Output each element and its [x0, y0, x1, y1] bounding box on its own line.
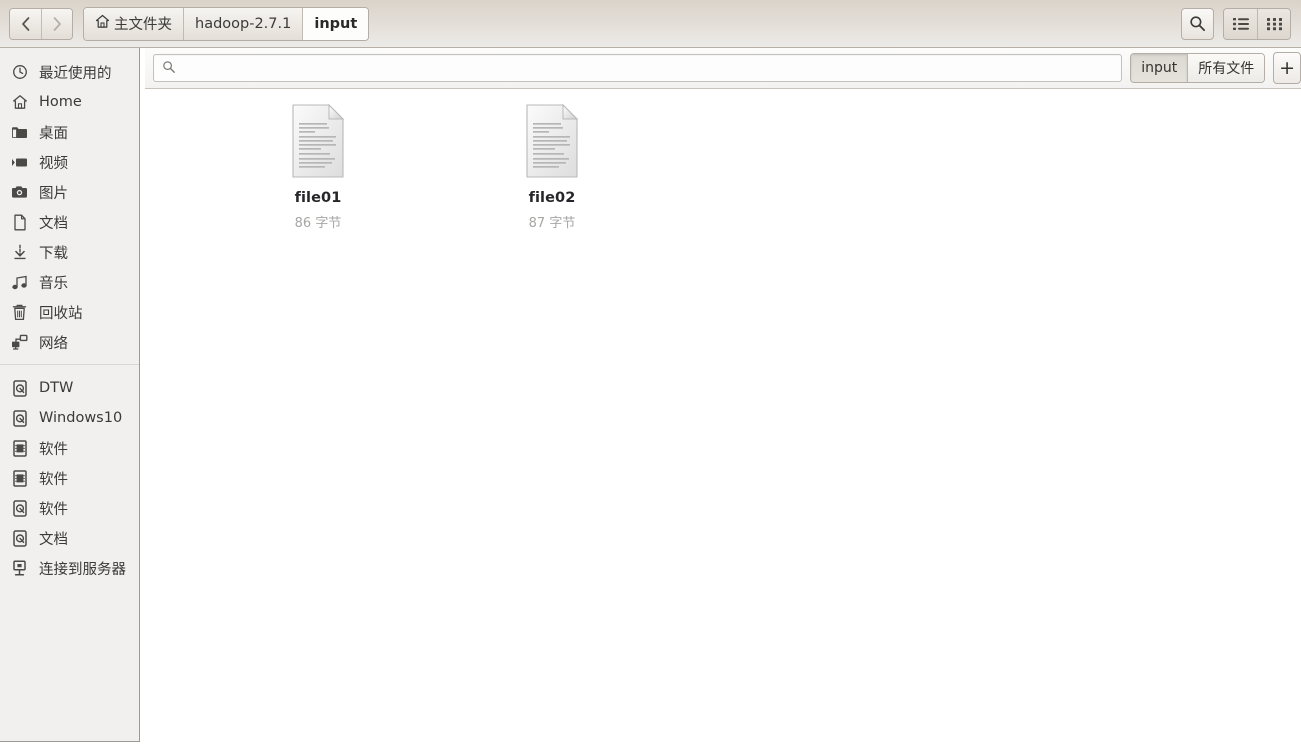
- server-connect-icon: [11, 560, 28, 577]
- sidebar-item-dtw[interactable]: DTW: [0, 373, 139, 403]
- download-icon: [11, 244, 28, 261]
- list-view-button[interactable]: [1224, 8, 1257, 39]
- sidebar-item-label: Home: [39, 94, 82, 110]
- drive-removable-icon: [11, 439, 28, 457]
- harddisk-icon: [11, 499, 28, 517]
- search-input[interactable]: [183, 60, 1114, 76]
- sidebar-item-desktop[interactable]: 桌面: [0, 117, 139, 147]
- grid-view-icon: [1266, 17, 1282, 30]
- list-view-icon: [1232, 17, 1249, 30]
- file-name: file01: [294, 190, 342, 206]
- sidebar-item-label: DTW: [39, 380, 74, 396]
- grid-view-button[interactable]: [1257, 8, 1290, 39]
- file-name: file02: [528, 190, 576, 206]
- sidebar-item-label: Windows10: [39, 410, 123, 426]
- breadcrumb-label: 主文件夹: [114, 17, 172, 33]
- sidebar-item-music[interactable]: 音乐: [0, 267, 139, 297]
- chevron-right-icon: [53, 16, 61, 31]
- sidebar-item-label: 软件: [39, 501, 68, 518]
- search-toggle-button[interactable]: [1181, 7, 1214, 40]
- back-button[interactable]: [10, 8, 41, 39]
- sidebar-item-recent[interactable]: 最近使用的: [0, 57, 139, 87]
- sidebar-item-software-2[interactable]: 软件: [0, 463, 139, 493]
- sidebar-item-network[interactable]: 网络: [0, 327, 139, 357]
- sidebar-item-software-1[interactable]: 软件: [0, 433, 139, 463]
- document-icon: [11, 214, 28, 231]
- home-icon: [11, 94, 28, 111]
- sidebar-item-label: 桌面: [39, 125, 68, 142]
- harddisk-icon: [11, 529, 28, 547]
- text-document-icon: [289, 103, 347, 179]
- sidebar-item-label: 图片: [39, 185, 68, 202]
- header-bar: 主文件夹 hadoop-2.7.1 input: [0, 0, 1301, 48]
- navigation-button-group: [9, 7, 73, 40]
- sidebar-item-label: 音乐: [39, 275, 68, 292]
- sidebar-item-label: 下载: [39, 245, 68, 262]
- harddisk-icon: [11, 379, 28, 397]
- breadcrumb-label: hadoop-2.7.1: [195, 15, 292, 32]
- music-icon: [11, 274, 28, 291]
- sidebar-item-label: 最近使用的: [39, 65, 112, 82]
- breadcrumb-item-hadoop[interactable]: hadoop-2.7.1: [183, 7, 303, 40]
- file-item[interactable]: file02 87 字节: [489, 103, 615, 231]
- sidebar-item-home[interactable]: Home: [0, 87, 139, 117]
- tab-input[interactable]: input: [1131, 54, 1188, 82]
- video-icon: [11, 154, 28, 171]
- view-mode-group: [1223, 7, 1291, 40]
- sidebar-item-label: 文档: [39, 531, 68, 548]
- breadcrumb-label: input: [314, 15, 358, 32]
- file-manager-window: 主文件夹 hadoop-2.7.1 input input 所有文件 + 最近使…: [0, 0, 1301, 744]
- breadcrumb-item-home[interactable]: 主文件夹: [84, 7, 183, 40]
- file-size: 87 字节: [528, 216, 576, 231]
- sidebar-item-connect-to-server[interactable]: 连接到服务器: [0, 553, 139, 583]
- sidebar-item-downloads[interactable]: 下载: [0, 237, 139, 267]
- file-size: 86 字节: [294, 216, 342, 231]
- tab-label: input: [1141, 60, 1178, 76]
- plus-icon: +: [1279, 56, 1295, 79]
- trash-icon: [11, 304, 28, 321]
- clock-icon: [11, 64, 28, 81]
- search-icon: [1190, 16, 1206, 32]
- sidebar-item-trash[interactable]: 回收站: [0, 297, 139, 327]
- sidebar-item-label: 文档: [39, 215, 68, 232]
- forward-button[interactable]: [41, 8, 72, 39]
- harddisk-icon: [11, 409, 28, 427]
- camera-icon: [11, 184, 28, 201]
- add-tab-button[interactable]: +: [1273, 52, 1301, 84]
- sidebar-item-label: 连接到服务器: [39, 561, 126, 578]
- home-icon: [95, 14, 110, 33]
- folder-icon: [11, 124, 28, 141]
- tab-label: 所有文件: [1198, 61, 1255, 77]
- sidebar-item-videos[interactable]: 视频: [0, 147, 139, 177]
- tab-all-files[interactable]: 所有文件: [1187, 54, 1265, 82]
- search-box[interactable]: [153, 54, 1123, 82]
- breadcrumb-item-input[interactable]: input: [302, 7, 369, 40]
- file-grid: file01 86 字节 file02 87 字节: [145, 89, 1301, 744]
- sidebar-item-documents[interactable]: 文档: [0, 207, 139, 237]
- text-document-icon: [523, 103, 581, 179]
- sidebar-group-places: 最近使用的 Home 桌面 视频 图片 文档 下载 音乐 回收站 网络: [0, 57, 139, 357]
- search-row: input 所有文件 +: [145, 48, 1301, 89]
- search-icon: [162, 59, 176, 78]
- file-item[interactable]: file01 86 字节: [255, 103, 381, 231]
- network-icon: [11, 334, 28, 351]
- sidebar-item-label: 软件: [39, 441, 68, 458]
- chevron-left-icon: [21, 16, 29, 31]
- sidebar: 最近使用的 Home 桌面 视频 图片 文档 下载 音乐 回收站 网络 DTW …: [0, 48, 140, 742]
- sidebar-item-documents-drive[interactable]: 文档: [0, 523, 139, 553]
- sidebar-item-label: 软件: [39, 471, 68, 488]
- sidebar-item-label: 网络: [39, 335, 68, 352]
- sidebar-item-windows10[interactable]: Windows10: [0, 403, 139, 433]
- location-tab-group: input 所有文件: [1130, 53, 1266, 83]
- breadcrumb: 主文件夹 hadoop-2.7.1 input: [83, 6, 370, 41]
- sidebar-item-software-3[interactable]: 软件: [0, 493, 139, 523]
- sidebar-group-devices: DTW Windows10 软件 软件 软件 文档 连接到服务器: [0, 373, 139, 583]
- drive-removable-icon: [11, 469, 28, 487]
- sidebar-item-pictures[interactable]: 图片: [0, 177, 139, 207]
- header-actions: [1181, 7, 1291, 40]
- sidebar-item-label: 视频: [39, 155, 68, 172]
- sidebar-separator: [0, 364, 139, 365]
- sidebar-item-label: 回收站: [39, 305, 83, 322]
